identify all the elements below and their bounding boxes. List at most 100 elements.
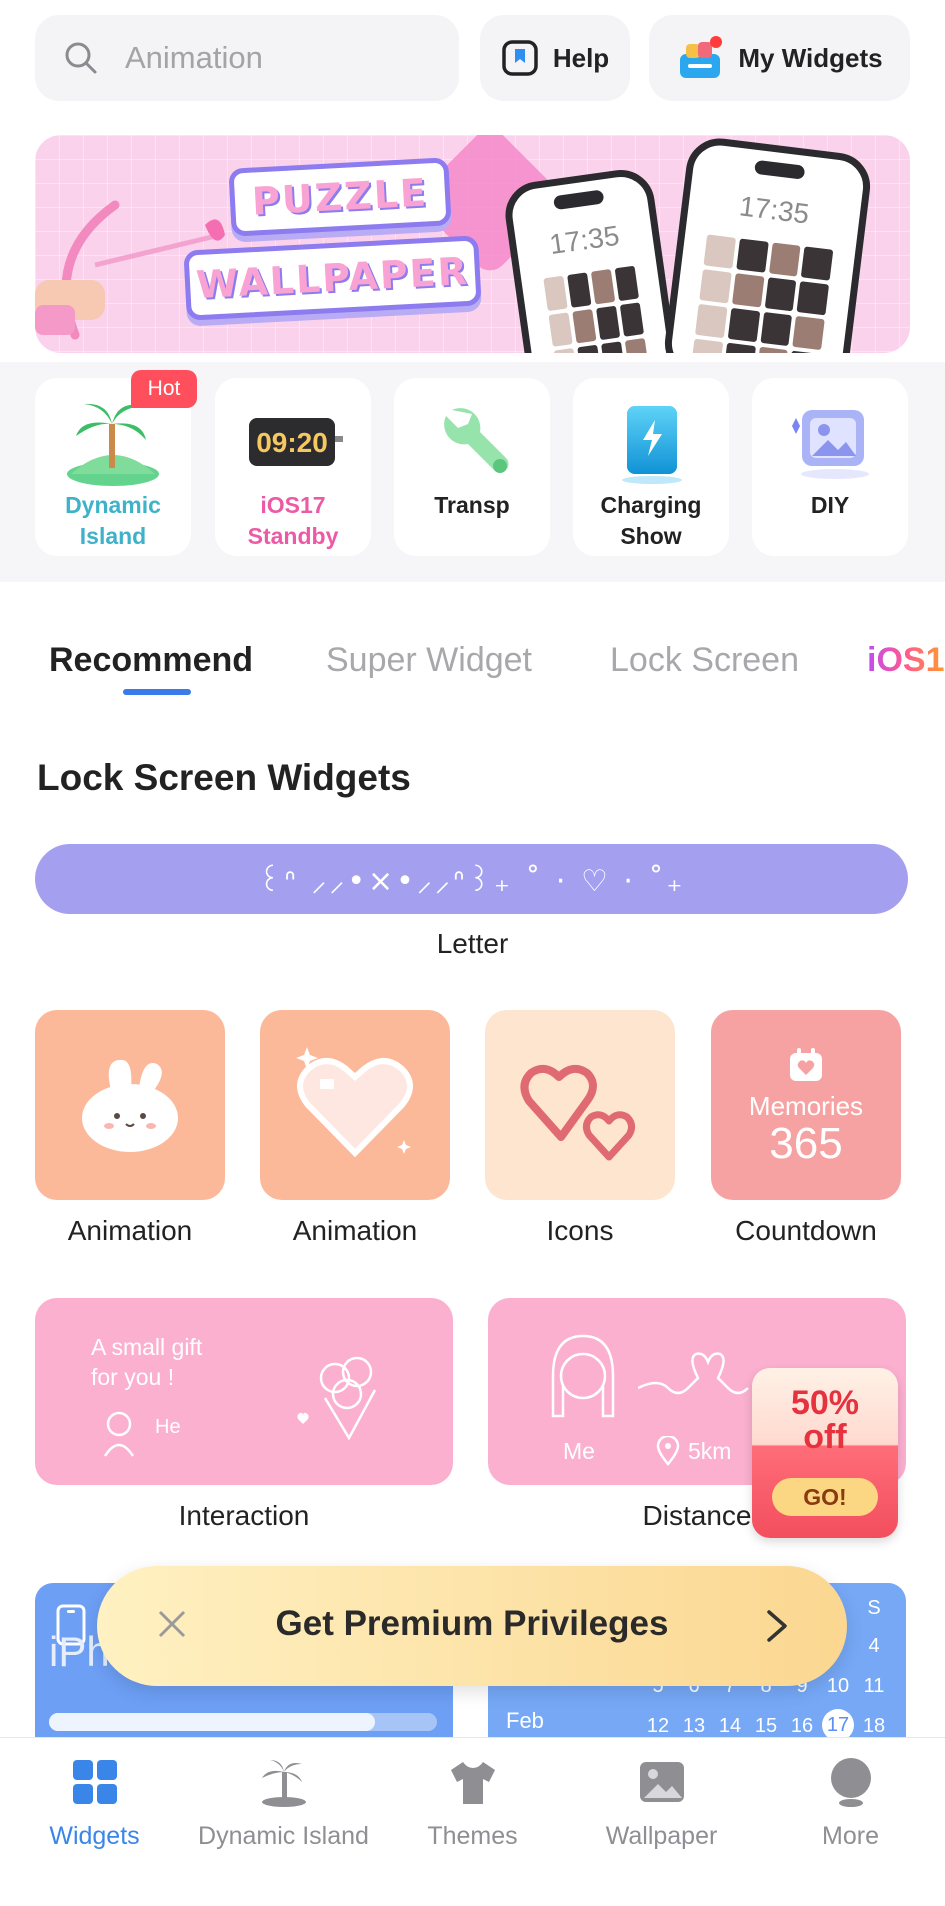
promo-go-button[interactable]: GO! <box>772 1478 878 1516</box>
tab-ios[interactable]: iOS1 <box>867 641 944 680</box>
search-placeholder: Animation <box>125 40 263 75</box>
tab-bar: Recommend Super Widget Lock Screen iOS1 <box>0 605 945 705</box>
section-title: Lock Screen Widgets <box>37 757 411 798</box>
widgets-grid-icon <box>72 1760 117 1804</box>
gift-line1: A small gift <box>91 1334 203 1360</box>
distance-km: 5km <box>688 1438 732 1464</box>
bottom-navigation: Widgets Dynamic Island Themes Wallpaper … <box>0 1737 945 1906</box>
phone-mockup-left: 17:35 <box>501 165 679 353</box>
calendar-day: 10 <box>826 1675 850 1697</box>
calendar-day: 12 <box>646 1715 670 1737</box>
my-widgets-button[interactable]: My Widgets <box>649 15 910 101</box>
calendar-day: 11 <box>863 1675 885 1697</box>
nav-label: Dynamic Island <box>198 1822 369 1850</box>
calendar-day: 15 <box>754 1715 778 1737</box>
more-circle-icon <box>830 1758 871 1807</box>
icons-widget[interactable] <box>485 1010 675 1200</box>
animation-widget-bunny[interactable] <box>35 1010 225 1200</box>
countdown-number: 365 <box>769 1118 843 1168</box>
wrench-icon <box>422 396 522 486</box>
gift-line2: for you ! <box>91 1364 175 1390</box>
nav-label: More <box>822 1822 879 1850</box>
phone-notch <box>753 159 805 180</box>
tab-lock-screen[interactable]: Lock Screen <box>610 641 799 680</box>
category-strip: Hot Dynamic Island 09:20 iOS17 Standby T… <box>0 362 945 582</box>
category-label: Transp <box>434 492 510 518</box>
category-dynamic-island[interactable]: Hot Dynamic Island <box>35 370 197 556</box>
battery-bar <box>49 1713 437 1731</box>
banner-title-line1: PUZZLE <box>228 157 452 237</box>
tab-super-widget[interactable]: Super Widget <box>326 641 532 680</box>
charging-phone-icon <box>601 396 701 486</box>
battery-fill <box>49 1713 375 1731</box>
calendar-day: S <box>867 1597 881 1619</box>
tile-label: Animation <box>67 1215 193 1246</box>
standby-clock-icon: 09:20 <box>243 396 343 486</box>
category-label: Dynamic Island <box>65 492 161 549</box>
help-button[interactable]: Help <box>480 15 630 101</box>
category-charging-show[interactable]: Charging Show <box>573 378 729 556</box>
phone-notch <box>552 189 605 211</box>
premium-label: Get Premium Privileges <box>275 1604 669 1643</box>
top-bar: Animation Help My Widgets <box>35 15 910 101</box>
category-label: DIY <box>810 492 850 518</box>
nav-label: Widgets <box>49 1822 140 1850</box>
tile-label: Animation <box>292 1215 418 1246</box>
gift-sender: He <box>155 1416 181 1438</box>
animation-widget-heart[interactable] <box>260 1010 450 1200</box>
category-ios17-standby[interactable]: 09:20 iOS17 Standby <box>215 378 371 556</box>
search-input[interactable]: Animation <box>35 15 459 101</box>
countdown-title: Memories <box>748 1090 864 1121</box>
interaction-widget[interactable]: A small gift for you ! He <box>35 1298 453 1485</box>
category-transp[interactable]: Transp <box>394 378 550 556</box>
tile-label: Icons <box>546 1215 614 1246</box>
search-icon <box>65 42 97 74</box>
location-pin-icon <box>656 1436 680 1466</box>
letter-widget[interactable]: ꒰ᐢ ⸝⸝•×•⸝⸝ᐢ꒱₊ ˚ · ♡ · ˚₊ <box>35 844 908 914</box>
calendar-month: Feb <box>506 1708 544 1733</box>
picture-icon <box>639 1762 684 1802</box>
calendar-day: 4 <box>868 1635 880 1657</box>
promo-text: 50% off <box>752 1386 898 1454</box>
help-label: Help <box>552 42 610 73</box>
palm-island-icon <box>63 396 163 486</box>
photo-grid <box>543 265 650 353</box>
calendar-day: 16 <box>790 1715 814 1737</box>
category-label: iOS17 Standby <box>247 492 339 549</box>
girl-face-icon <box>551 1334 615 1418</box>
phone-mockup-right: 17:35 <box>661 135 874 353</box>
nav-dynamic-island[interactable]: Dynamic Island <box>189 1756 378 1851</box>
palm-tree-icon <box>261 1760 306 1807</box>
heart-line-icon <box>638 1352 749 1395</box>
category-diy[interactable]: DIY <box>752 378 908 556</box>
hearts-icon <box>520 1064 636 1161</box>
discount-promo-badge[interactable]: 50% off GO! <box>752 1368 898 1538</box>
tab-recommend[interactable]: Recommend <box>49 641 253 680</box>
hot-badge: Hot <box>131 370 197 408</box>
nav-wallpaper[interactable]: Wallpaper <box>567 1756 756 1851</box>
promo-percent: 50% <box>790 1384 860 1422</box>
active-tab-indicator <box>123 689 191 695</box>
banner-title-line2: WALLPAPER <box>183 235 482 321</box>
nav-label: Wallpaper <box>605 1822 718 1850</box>
tshirt-icon <box>450 1762 495 1804</box>
nav-widgets[interactable]: Widgets <box>0 1756 189 1851</box>
chevron-right-icon <box>767 1610 787 1642</box>
calendar-day: 13 <box>682 1715 706 1737</box>
photo-grid <box>690 234 834 353</box>
phone-time-left: 17:35 <box>547 219 622 261</box>
pixel-heart-icon <box>296 1047 413 1158</box>
widget-box-icon <box>680 36 723 78</box>
puzzle-wallpaper-banner[interactable]: PUZZLE WALLPAPER 17:35 17:35 <box>35 135 910 353</box>
person-icon <box>103 1411 135 1457</box>
premium-banner[interactable]: Get Premium Privileges <box>97 1566 847 1686</box>
gift-text: A small gift for you ! <box>91 1332 202 1392</box>
nav-themes[interactable]: Themes <box>378 1756 567 1851</box>
diy-image-icon <box>780 396 880 486</box>
nav-more[interactable]: More <box>756 1756 945 1851</box>
promo-off: off <box>803 1418 847 1456</box>
countdown-widget[interactable]: Memories 365 <box>711 1010 901 1200</box>
bouquet-icon <box>297 1356 377 1441</box>
calendar-day: 14 <box>718 1715 742 1737</box>
svg-text:09:20: 09:20 <box>256 427 328 458</box>
